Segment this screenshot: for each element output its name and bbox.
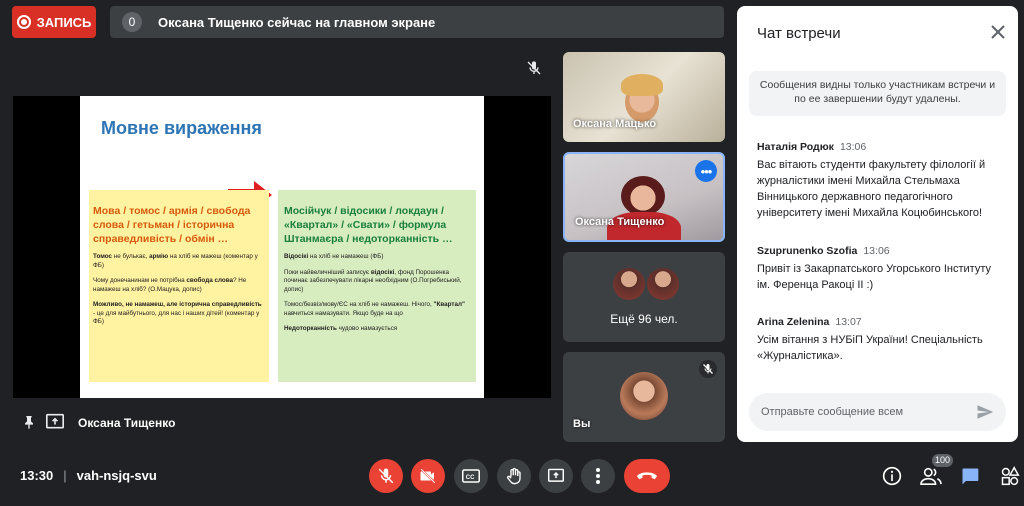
message-author: Arina Zelenina [757, 316, 830, 328]
slide-left-para: Чому донечанинам не потрібна свобода сло… [93, 277, 247, 293]
present-screen-icon [548, 468, 564, 482]
avatar [620, 372, 668, 420]
message-time: 13:07 [835, 316, 862, 328]
svg-text:CC: CC [466, 475, 475, 481]
participant-tile[interactable]: Оксана Мацько [563, 52, 725, 142]
chat-icon [962, 468, 979, 485]
meeting-details-button[interactable] [879, 463, 905, 489]
more-options-button[interactable] [581, 459, 615, 493]
chat-title: Чат встречи [757, 25, 841, 42]
pin-icon[interactable] [21, 414, 37, 430]
record-button[interactable]: ЗАПИСЬ [12, 6, 96, 38]
presenting-notice: 0 Оксана Тищенко сейчас на главном экран… [110, 6, 724, 38]
slide-right-para: Поки найвеличніший записує відосікі, фон… [284, 268, 462, 293]
activities-icon [1001, 466, 1020, 486]
separator: | [63, 468, 67, 483]
message-text: Вас вітають студенти факультету філологі… [757, 159, 986, 219]
chat-button[interactable] [957, 463, 983, 489]
chat-panel: Чат встречи Сообщения видны только участ… [737, 6, 1018, 442]
chat-message-input[interactable] [761, 406, 976, 418]
mic-off-icon [527, 61, 541, 75]
chat-input-box [749, 393, 1006, 431]
avatar [647, 268, 679, 300]
participant-avatars [613, 268, 679, 300]
slide-left-para: Можливо, не намажеш, але історична справ… [93, 301, 262, 325]
end-call-button[interactable] [624, 459, 670, 493]
slide-right-para: Томос/безвіз/мову/ЄС на хліб не намажеш.… [284, 301, 465, 317]
record-label: ЗАПИСЬ [36, 14, 92, 30]
message-time: 13:06 [863, 245, 890, 257]
avatar [613, 268, 645, 300]
record-icon [16, 15, 31, 29]
slide-left-para: Томос не булькає, армію на хліб не мажеш… [93, 253, 258, 269]
mic-off-icon [378, 468, 394, 484]
meeting-time: 13:30 [20, 468, 54, 483]
message-text: Усім вітання з НУБіП України! Спеціальні… [757, 334, 983, 362]
participant-tile-active[interactable]: ••• Оксана Тищенко [563, 152, 725, 242]
captions-button[interactable]: CC [454, 459, 488, 493]
shared-slide: Мовне вираження Мова / томос / армія / с… [80, 96, 484, 398]
message-author: Наталія Родюк [757, 141, 834, 153]
participant-hair [621, 74, 663, 96]
more-participants-label: Ещё 96 чел. [610, 312, 678, 326]
camera-off-icon [420, 468, 436, 484]
slide-right-heading: Мосійчук / відосики / локдаун / «Квартал… [284, 205, 453, 245]
slide-right-para: Відосікі на хліб не намажеш (ФБ) [284, 253, 384, 260]
participant-name: Оксана Тищенко [575, 216, 665, 228]
present-now-button[interactable] [539, 459, 573, 493]
more-participants-tile[interactable]: Ещё 96 чел. [563, 252, 725, 342]
captions-icon: CC [462, 469, 480, 483]
participant-name: Вы [573, 418, 591, 430]
chat-message: Szuprunenko Szofia 13:06 Привіт із Закарп… [757, 245, 1007, 293]
slide-left-heading: Мова / томос / армія / свобода слова / г… [93, 205, 251, 245]
meeting-info: 13:30 | vah-nsjq-svu [20, 468, 157, 483]
close-icon[interactable] [990, 24, 1006, 40]
hang-up-icon [636, 472, 658, 480]
slide-right-box: Мосійчук / відосики / локдаун / «Квартал… [278, 190, 476, 382]
activities-button[interactable] [997, 463, 1023, 489]
send-icon[interactable] [976, 403, 994, 421]
meeting-code: vah-nsjq-svu [76, 468, 157, 483]
message-time: 13:06 [839, 141, 867, 153]
slide-title: Мовне вираження [101, 118, 262, 138]
self-tile[interactable]: Вы [563, 352, 725, 442]
notice-badge: 0 [122, 12, 142, 32]
present-screen-icon[interactable] [45, 413, 65, 431]
camera-toggle-button[interactable] [411, 459, 445, 493]
participants-count-badge: 100 [932, 454, 954, 467]
mic-toggle-button[interactable] [369, 459, 403, 493]
raise-hand-button[interactable] [497, 459, 531, 493]
chat-info-banner: Сообщения видны только участникам встреч… [749, 71, 1006, 116]
slide-left-box: Мова / томос / армія / свобода слова / г… [89, 190, 269, 382]
presentation-stage: Мовне вираження Мова / томос / армія / с… [13, 96, 551, 398]
message-text: Привіт із Закарпатського Угорського Інст… [757, 263, 991, 291]
hand-icon [507, 467, 521, 485]
mic-off-icon [699, 360, 717, 378]
chat-message: Наталія Родюк 13:06 Вас вітають студенти … [757, 141, 1007, 221]
message-author: Szuprunenko Szofia [757, 245, 858, 257]
chat-message: Arina Zelenina 13:07 Усім вітання з НУБіП… [757, 316, 1007, 364]
slide-right-para: Недоторканність чудово намазується [284, 325, 398, 332]
presenter-name: Оксана Тищенко [78, 416, 176, 430]
people-icon [920, 467, 942, 485]
more-vertical-icon [596, 468, 600, 484]
more-options-button[interactable]: ••• [695, 160, 717, 182]
participant-video [621, 176, 665, 216]
participant-name: Оксана Мацько [573, 118, 657, 130]
notice-text: Оксана Тищенко сейчас на главном экране [158, 14, 436, 30]
info-icon [882, 466, 902, 486]
